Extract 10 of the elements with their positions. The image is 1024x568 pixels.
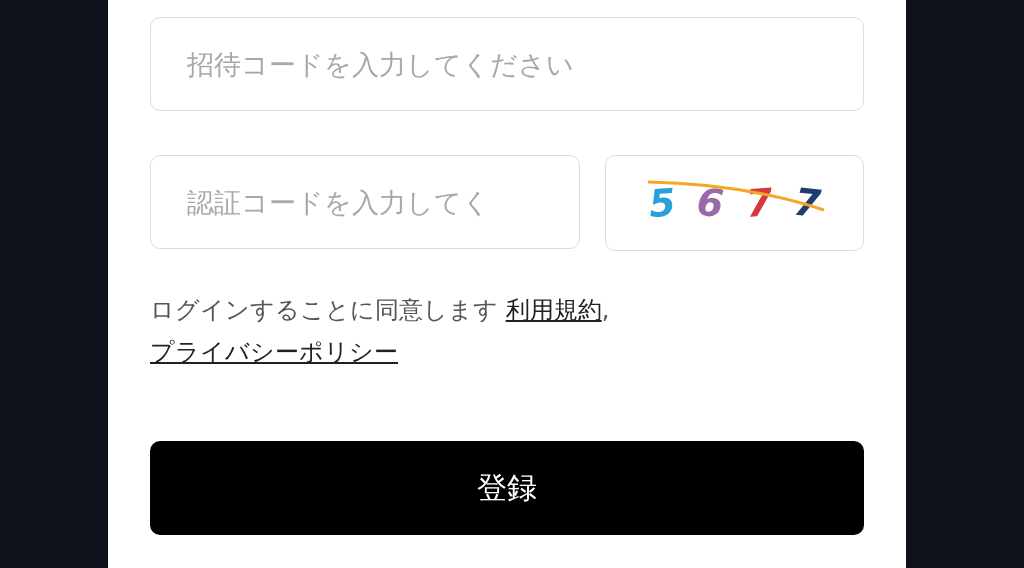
separator-text: , [601, 296, 610, 324]
verification-code-field[interactable]: 認証コードを入力してく [150, 155, 580, 249]
consent-text: ログインすることに同意します [150, 296, 498, 324]
privacy-policy-link[interactable]: プライバシーポリシー [150, 338, 398, 366]
invite-code-field[interactable]: 招待コードを入力してください [150, 17, 864, 111]
captcha-digit: 5 [647, 180, 677, 226]
captcha-digit: 7 [791, 179, 823, 227]
register-button[interactable]: 登録 [150, 441, 864, 535]
terms-link[interactable]: 利用規約 [505, 296, 602, 324]
captcha-digit: 6 [694, 179, 726, 227]
